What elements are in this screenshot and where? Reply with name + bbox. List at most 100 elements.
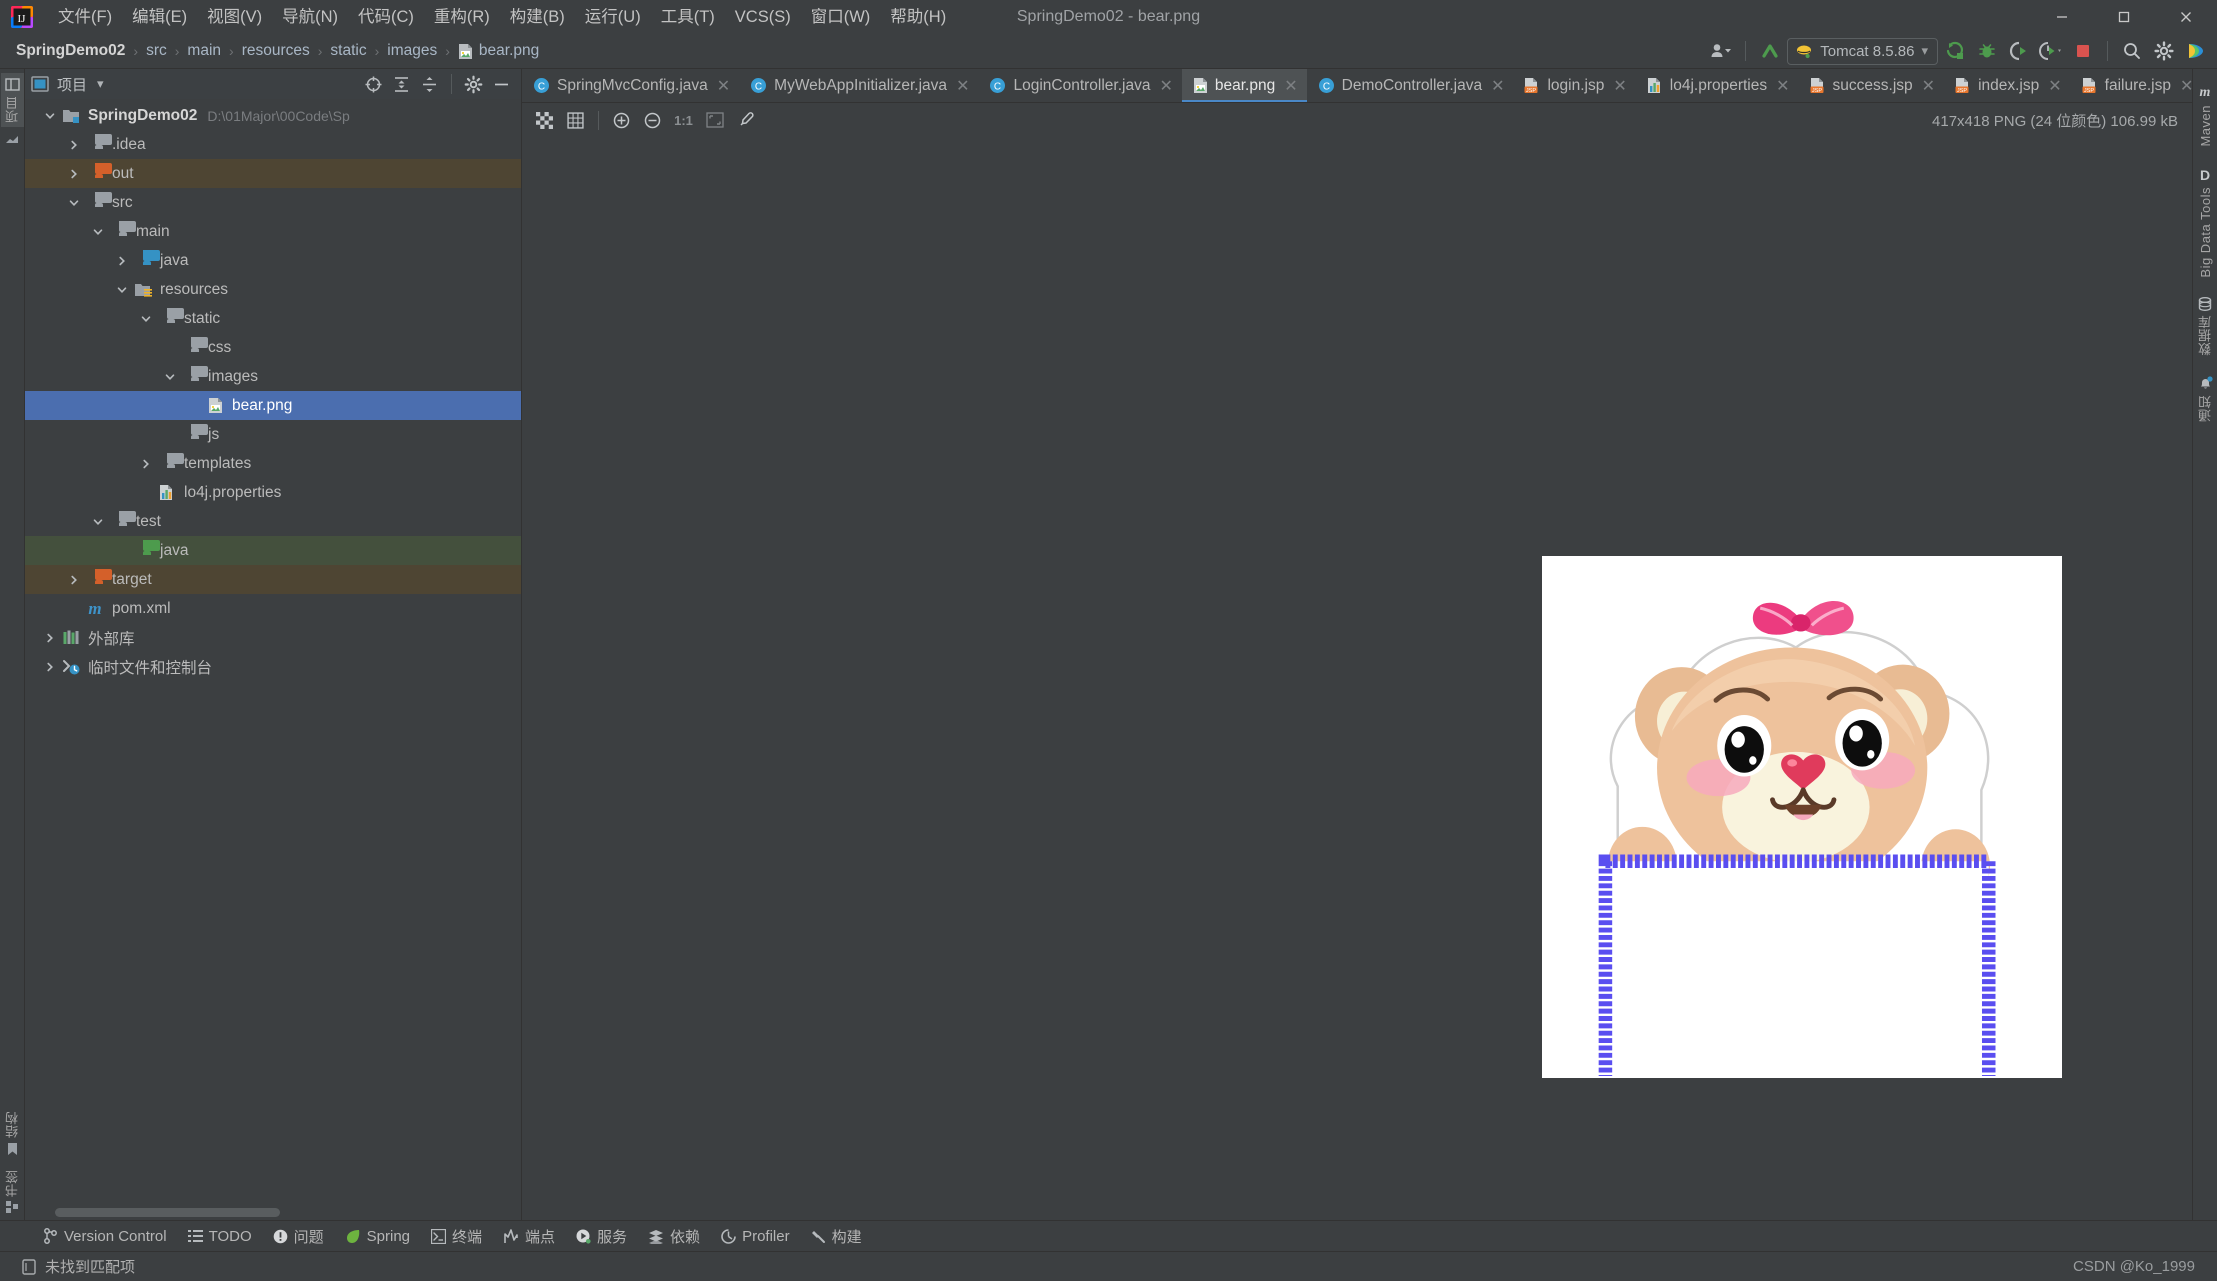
breadcrumb-static[interactable]: static bbox=[326, 40, 370, 62]
tool-button-big-data-tools[interactable]: D Big Data Tools bbox=[2198, 167, 2213, 278]
tool-window-button-构建[interactable]: 构建 bbox=[802, 1223, 871, 1250]
editor-tab-democontroller-java[interactable]: C DemoController.java ✕ bbox=[1307, 69, 1514, 102]
tree-node-临时文件和控制台[interactable]: 临时文件和控制台 bbox=[25, 652, 521, 681]
tool-window-button-todo[interactable]: TODO bbox=[179, 1225, 261, 1248]
chevron-right-icon[interactable] bbox=[135, 458, 157, 470]
chevron-down-icon[interactable] bbox=[111, 284, 133, 296]
tool-window-button-spring[interactable]: Spring bbox=[336, 1225, 419, 1248]
tool-window-button-依赖[interactable]: 依赖 bbox=[639, 1223, 709, 1250]
chevron-right-icon[interactable] bbox=[39, 632, 61, 644]
tool-window-button-服务[interactable]: 服务 bbox=[567, 1223, 636, 1250]
editor-tab-bar[interactable]: C SpringMvcConfig.java ✕ C MyWebAppInitializ… bbox=[522, 69, 2192, 103]
select-opened-file-button[interactable] bbox=[360, 71, 387, 97]
breadcrumb-file[interactable]: bear.png bbox=[454, 40, 543, 62]
color-picker-icon[interactable] bbox=[731, 107, 760, 134]
tree-node-外部库[interactable]: 外部库 bbox=[25, 623, 521, 652]
close-icon[interactable]: ✕ bbox=[1491, 76, 1504, 96]
collapse-all-button[interactable] bbox=[416, 71, 443, 97]
transparency-grid-icon[interactable] bbox=[530, 107, 559, 134]
update-project-icon[interactable] bbox=[1755, 37, 1785, 65]
close-icon[interactable]: ✕ bbox=[1284, 76, 1297, 96]
editor-tab-index-jsp[interactable]: JSP index.jsp ✕ bbox=[1944, 69, 2071, 102]
chevron-down-icon[interactable] bbox=[39, 110, 61, 122]
expand-all-button[interactable] bbox=[388, 71, 415, 97]
debug-button[interactable] bbox=[1972, 37, 2002, 65]
close-icon[interactable]: ✕ bbox=[956, 76, 969, 96]
tool-window-button-profiler[interactable]: Profiler bbox=[712, 1225, 799, 1248]
tree-node-src[interactable]: src bbox=[25, 188, 521, 217]
tree-node-springdemo02[interactable]: SpringDemo02 D:\01Major\00Code\Sp bbox=[25, 101, 521, 130]
chevron-down-icon[interactable] bbox=[87, 226, 109, 238]
menu-vcs[interactable]: VCS(S) bbox=[725, 5, 801, 30]
chevron-right-icon[interactable] bbox=[39, 661, 61, 673]
chevron-right-icon[interactable] bbox=[63, 168, 85, 180]
menu-refactor[interactable]: 重构(R) bbox=[424, 5, 500, 30]
editor-tab-login-jsp[interactable]: JSP login.jsp ✕ bbox=[1513, 69, 1635, 102]
tool-button-structure[interactable]: 结构 bbox=[3, 1111, 22, 1156]
actual-size-button[interactable]: 1:1 bbox=[669, 107, 698, 134]
chevron-right-icon[interactable] bbox=[111, 255, 133, 267]
tool-button-project[interactable]: 项目 bbox=[0, 73, 24, 127]
menu-help[interactable]: 帮助(H) bbox=[880, 5, 956, 30]
breadcrumb-src[interactable]: src bbox=[142, 40, 171, 62]
fit-content-icon[interactable] bbox=[700, 107, 729, 134]
tree-node-lo4j.properties[interactable]: lo4j.properties bbox=[25, 478, 521, 507]
tree-node-static[interactable]: static bbox=[25, 304, 521, 333]
tree-node-resources[interactable]: resources bbox=[25, 275, 521, 304]
tool-window-button-端点[interactable]: 端点 bbox=[494, 1223, 564, 1250]
tool-window-button-问题[interactable]: 问题 bbox=[264, 1223, 333, 1250]
tree-node-css[interactable]: css bbox=[25, 333, 521, 362]
editor-tab-success-jsp[interactable]: JSP success.jsp ✕ bbox=[1799, 69, 1945, 102]
tool-window-button-终端[interactable]: 终端 bbox=[422, 1223, 491, 1250]
project-tree-scrollbar-thumb[interactable] bbox=[55, 1208, 280, 1217]
account-icon[interactable] bbox=[1706, 37, 1736, 65]
tree-node-target[interactable]: target bbox=[25, 565, 521, 594]
zoom-in-icon[interactable] bbox=[607, 107, 636, 134]
close-button[interactable] bbox=[2155, 0, 2217, 34]
project-tree-scrollbar-track[interactable] bbox=[25, 1204, 521, 1220]
editor-tab-lo4j-properties[interactable]: lo4j.properties ✕ bbox=[1636, 69, 1799, 102]
tree-node-pom.xml[interactable]: m pom.xml bbox=[25, 594, 521, 623]
tree-node-test[interactable]: test bbox=[25, 507, 521, 536]
pixel-grid-icon[interactable] bbox=[561, 107, 590, 134]
commit-window-icon[interactable] bbox=[3, 131, 22, 148]
close-icon[interactable]: ✕ bbox=[1776, 76, 1789, 96]
menu-window[interactable]: 窗口(W) bbox=[801, 5, 881, 30]
menu-edit[interactable]: 编辑(E) bbox=[122, 5, 197, 30]
menu-view[interactable]: 视图(V) bbox=[197, 5, 272, 30]
menu-file[interactable]: 文件(F) bbox=[48, 5, 122, 30]
close-icon[interactable]: ✕ bbox=[1922, 76, 1935, 96]
chevron-down-icon[interactable] bbox=[63, 197, 85, 209]
tool-button-notifications[interactable]: 通知 bbox=[2196, 376, 2215, 422]
editor-tab-springmvcconfig-java[interactable]: C SpringMvcConfig.java ✕ bbox=[522, 69, 739, 102]
tree-node-out[interactable]: out bbox=[25, 159, 521, 188]
stop-button[interactable] bbox=[2068, 37, 2098, 65]
menu-build[interactable]: 构建(B) bbox=[500, 5, 575, 30]
memory-indicator-icon[interactable] bbox=[22, 1258, 36, 1275]
tree-node-java[interactable]: java bbox=[25, 536, 521, 565]
tool-window-button-version-control[interactable]: Version Control bbox=[34, 1225, 176, 1248]
zoom-out-icon[interactable] bbox=[638, 107, 667, 134]
menu-run[interactable]: 运行(U) bbox=[575, 5, 651, 30]
close-icon[interactable]: ✕ bbox=[2180, 76, 2192, 96]
tree-node-templates[interactable]: templates bbox=[25, 449, 521, 478]
chevron-down-icon[interactable] bbox=[135, 313, 157, 325]
chevron-right-icon[interactable] bbox=[63, 139, 85, 151]
menu-code[interactable]: 代码(C) bbox=[348, 5, 424, 30]
close-icon[interactable]: ✕ bbox=[2048, 76, 2061, 96]
menu-tools[interactable]: 工具(T) bbox=[651, 5, 725, 30]
breadcrumb-images[interactable]: images bbox=[383, 40, 441, 62]
editor-tab-logincontroller-java[interactable]: C LoginController.java ✕ bbox=[978, 69, 1181, 102]
close-icon[interactable]: ✕ bbox=[1159, 76, 1172, 96]
search-icon[interactable] bbox=[2117, 37, 2147, 65]
gear-icon[interactable] bbox=[2149, 37, 2179, 65]
chevron-down-icon[interactable] bbox=[159, 371, 181, 383]
tree-node-.idea[interactable]: .idea bbox=[25, 130, 521, 159]
tree-node-bear.png[interactable]: bear.png bbox=[25, 391, 521, 420]
breadcrumb-main[interactable]: main bbox=[183, 40, 225, 62]
breadcrumb-resources[interactable]: resources bbox=[238, 40, 314, 62]
profile-button[interactable] bbox=[2036, 37, 2066, 65]
close-icon[interactable]: ✕ bbox=[1613, 76, 1626, 96]
bottom-tool-window-bar[interactable]: Version Control TODO 问题 Spring 终端 端点 服务 依赖 Profi… bbox=[0, 1220, 2217, 1251]
editor-tab-bear-png[interactable]: bear.png ✕ bbox=[1181, 69, 1307, 102]
